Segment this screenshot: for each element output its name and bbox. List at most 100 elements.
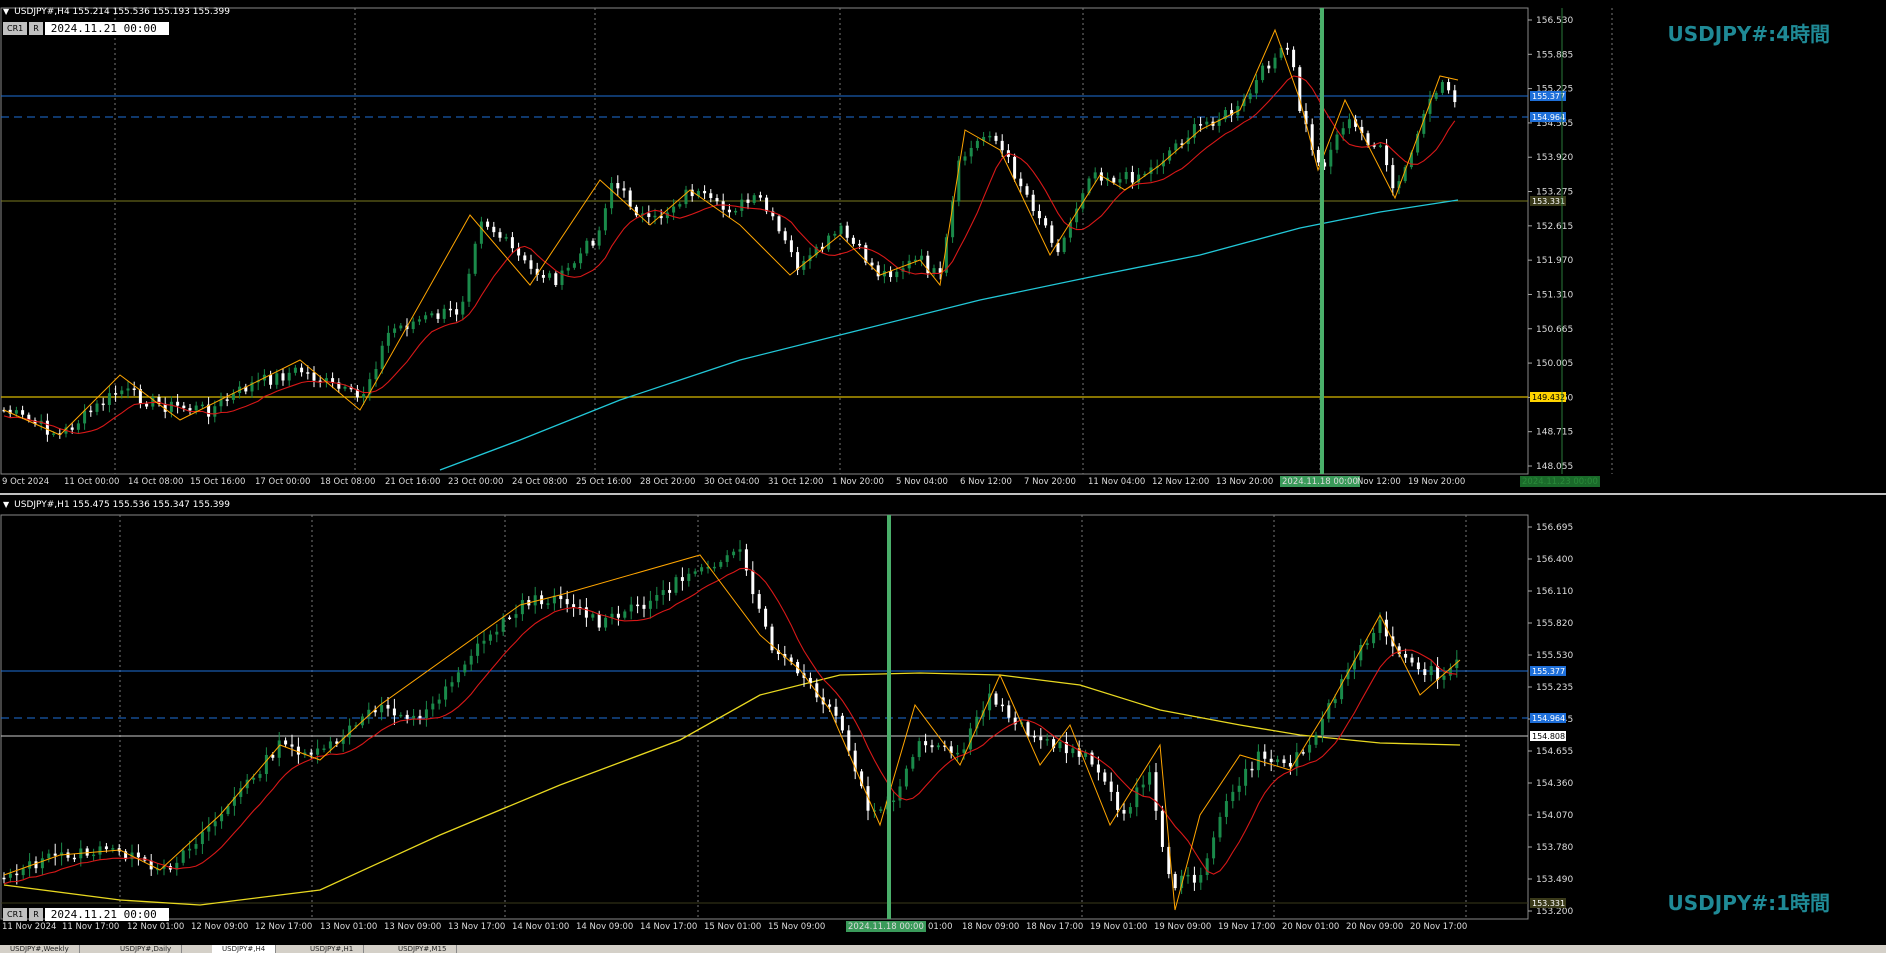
candle-body — [1109, 781, 1113, 792]
candle-body — [213, 406, 217, 417]
candle-body — [98, 846, 102, 855]
candle-body — [920, 255, 924, 260]
candle-body — [34, 861, 38, 869]
x-axis-tick-label: 01:00 — [928, 922, 953, 932]
x-axis-tick-label: 19 Nov 17:00 — [1218, 922, 1275, 932]
candle-body — [1442, 675, 1446, 680]
r-button[interactable]: R — [29, 22, 43, 35]
cr1-button[interactable]: CR1 — [3, 908, 28, 921]
candle-body — [845, 225, 849, 238]
candle-body — [727, 209, 731, 213]
candle-body — [1288, 763, 1292, 767]
candle-body — [107, 393, 111, 406]
x-axis-tick-label: 17 Oct 00:00 — [255, 477, 310, 487]
tab-daily[interactable]: USDJPY#,Daily — [110, 945, 183, 953]
h1-chart-canvas[interactable]: 156.695 156.400 156.110 155.820 155.530 155.2… — [0, 495, 1886, 945]
tab-h1[interactable]: USDJPY#,H1 — [300, 945, 365, 953]
tab-h4[interactable]: USDJPY#,H4 — [212, 945, 277, 953]
y-axis-tick-label: 155.820 — [1536, 619, 1573, 629]
candle-body — [424, 315, 428, 320]
candle-body — [1141, 784, 1145, 788]
x-axis-tick-label: 12 Nov 12:00 — [1152, 477, 1209, 487]
candle-body — [529, 260, 533, 269]
x-axis-tick-label: 19 Nov 20:00 — [1408, 477, 1465, 487]
candle-body — [585, 240, 589, 254]
moving-average-fast — [3, 567, 1457, 885]
candle-body — [412, 715, 416, 719]
h4-chart-panel[interactable]: 156.530 155.885 155.225 154.565 153.920 153.2… — [0, 0, 1886, 493]
candle-body — [828, 704, 832, 707]
candle-body — [21, 410, 25, 415]
h4-chart-canvas[interactable]: 156.530155.885155.225154.565153.920153.2… — [0, 0, 1886, 493]
price-tag-label: 153.331 — [1532, 197, 1565, 206]
candle-body — [450, 682, 454, 687]
candle-body — [70, 427, 74, 430]
candle-body — [924, 741, 928, 746]
x-axis-tick-label: 5 Nov 04:00 — [896, 477, 948, 487]
x-axis-tick-label: 1 Nov 20:00 — [832, 477, 884, 487]
moving-average-slow — [3, 672, 1461, 906]
candle-body — [1404, 654, 1408, 658]
candle-body — [101, 403, 105, 406]
candle-body — [104, 846, 108, 850]
r-button[interactable]: R — [29, 908, 43, 921]
x-axis-tick-label: 12 Nov 17:00 — [255, 922, 312, 932]
candle-body — [1025, 186, 1029, 195]
candle-body — [66, 852, 70, 858]
candle-body — [380, 345, 384, 370]
y-axis-tick-label: 153.200 — [1536, 907, 1573, 917]
candle-body — [1096, 764, 1100, 773]
candle-body — [1285, 47, 1289, 50]
candle-body — [892, 800, 896, 803]
x-axis-tick-label: 7 Nov 20:00 — [1024, 477, 1076, 487]
candle-body — [969, 147, 973, 157]
candle-body — [8, 873, 12, 878]
tab-m15[interactable]: USDJPY#,M15 — [388, 945, 458, 953]
candle-body — [1333, 699, 1337, 704]
h1-chart-panel[interactable]: 156.695 156.400 156.110 155.820 155.530 155.2… — [0, 495, 1886, 945]
candle-body — [895, 271, 899, 278]
x-axis-tick-label: 25 Oct 16:00 — [576, 477, 631, 487]
candle-body — [220, 814, 224, 822]
h4-chart-header: ▼ USDJPY#,H4 155.214 155.536 155.193 155.… — [3, 7, 230, 17]
candle-body — [994, 693, 998, 705]
h1-watermark: USDJPY#:1時間 — [1667, 891, 1831, 915]
candle-body — [386, 704, 390, 709]
candle-body — [917, 741, 921, 758]
candle-body — [597, 230, 601, 246]
candle-body — [870, 262, 874, 266]
cursor-vertical-line[interactable] — [1320, 8, 1324, 474]
candle-body — [1093, 172, 1097, 179]
candle-body — [703, 190, 707, 194]
candle-body — [672, 206, 676, 213]
candle-body — [380, 704, 384, 713]
candle-body — [89, 410, 93, 413]
cursor-vertical-line[interactable] — [887, 515, 891, 919]
collapse-triangle-icon[interactable]: ▼ — [3, 500, 9, 509]
h4-date-field[interactable]: 2024.11.21 00:00 — [44, 22, 169, 35]
x-axis-tick-label: 14 Nov 17:00 — [640, 922, 697, 932]
candle-body — [501, 617, 505, 632]
candle-body — [21, 868, 25, 876]
x-axis-tick-label: 30 Oct 04:00 — [704, 477, 759, 487]
candle-body — [312, 372, 316, 381]
candle-body — [1335, 134, 1339, 150]
candle-body — [405, 714, 409, 719]
candle-body — [744, 549, 748, 571]
candle-body — [181, 850, 185, 863]
tab-weekly[interactable]: USDJPY#,Weekly — [0, 945, 80, 953]
candle-body — [1378, 145, 1382, 147]
candle-body — [1282, 759, 1286, 764]
candle-body — [486, 221, 490, 227]
candle-body — [616, 183, 620, 189]
candle-body — [584, 607, 588, 618]
candle-body — [936, 745, 940, 748]
h1-date-field[interactable]: 2024.11.21 00:00 — [44, 908, 169, 921]
y-axis-tick-label: 151.970 — [1536, 256, 1573, 266]
candle-body — [533, 595, 537, 606]
candle-body — [467, 273, 471, 302]
collapse-triangle-icon[interactable]: ▼ — [3, 7, 9, 16]
cr1-button[interactable]: CR1 — [3, 22, 28, 35]
candle-body — [764, 608, 768, 627]
h4-watermark: USDJPY#:4時間 — [1667, 22, 1831, 46]
